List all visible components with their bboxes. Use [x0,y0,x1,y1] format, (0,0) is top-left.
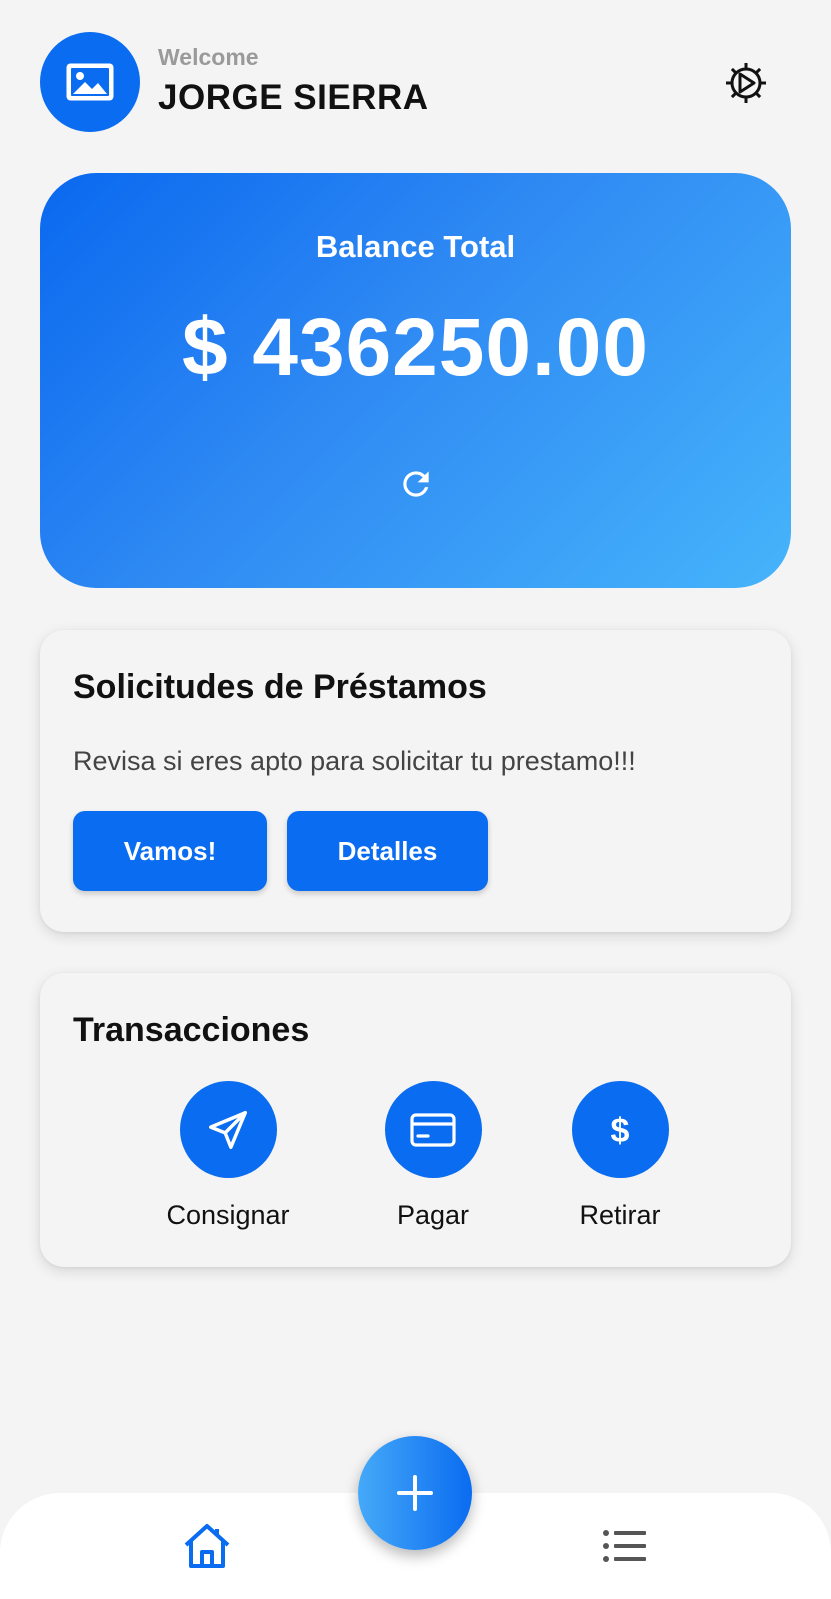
pay-action[interactable]: Pagar [343,1081,523,1231]
withdraw-label: Retirar [579,1200,661,1230]
list-icon [603,1530,646,1562]
balance-card: Balance Total $ 436250.00 [40,173,791,588]
loans-description: Revisa si eres apto para solicitar tu pr… [73,746,636,776]
plus-icon [397,1475,433,1511]
dollar-icon: $ [611,1112,630,1150]
svg-text:$: $ [611,1112,630,1150]
refresh-icon [403,471,429,497]
loans-title: Solicitudes de Préstamos [73,668,487,706]
send-icon [209,1110,247,1149]
pay-label: Pagar [396,1200,470,1230]
details-button[interactable]: Detalles [287,811,488,891]
home-icon [184,1524,230,1568]
loans-card: Solicitudes de Préstamos Revisa si eres … [40,630,791,932]
balance-title: Balance Total [315,229,516,264]
deposit-action[interactable]: Consignar [138,1081,318,1231]
deposit-label: Consignar [166,1200,290,1230]
pay-button[interactable] [384,1081,482,1178]
settings-button[interactable] [721,58,771,108]
header: Welcome JORGE SIERRA [40,32,791,132]
user-name: JORGE SIERRA [158,78,429,117]
go-button[interactable]: Vamos! [73,811,267,891]
nav-home[interactable] [181,1520,233,1572]
gear-icon [726,63,766,103]
withdraw-action[interactable]: $ Retirar [530,1081,710,1231]
home-screen: Welcome JORGE SIERRA Balance Total $ 436… [0,0,831,1599]
balance-amount: $ 436250.00 [181,302,649,393]
add-button[interactable] [358,1436,472,1550]
avatar[interactable] [40,32,140,132]
transactions-card: Transacciones Consignar Pagar $ Retirar [40,973,791,1267]
nav-list[interactable] [600,1520,648,1572]
welcome-label: Welcome [158,44,259,70]
deposit-button[interactable] [179,1081,277,1178]
refresh-button[interactable] [395,463,437,505]
transactions-title: Transacciones [73,1011,310,1049]
image-icon [66,63,114,101]
withdraw-button[interactable]: $ [571,1081,669,1178]
credit-card-icon [410,1112,456,1147]
